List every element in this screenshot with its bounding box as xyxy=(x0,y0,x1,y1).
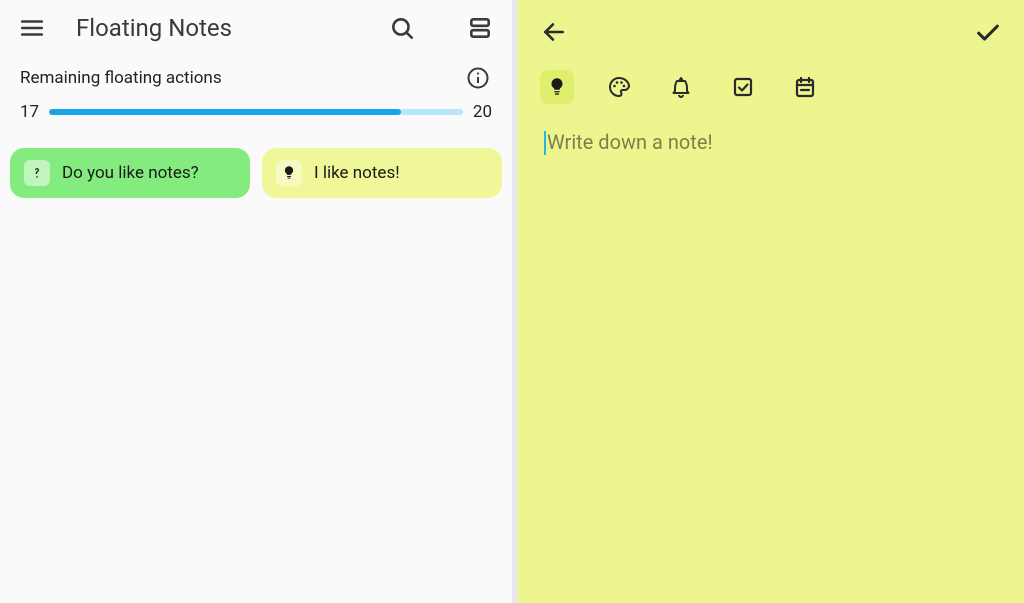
editor-placeholder: Write down a note! xyxy=(547,130,713,154)
editor-toolbar xyxy=(518,56,1024,114)
palette-tool-icon[interactable] xyxy=(602,70,636,104)
info-icon[interactable] xyxy=(464,64,492,92)
confirm-icon[interactable] xyxy=(974,18,1002,46)
question-icon xyxy=(24,160,50,186)
editor-body[interactable]: Write down a note! xyxy=(518,114,1024,173)
notes-list-pane: Floating Notes Remaining floating action… xyxy=(0,0,512,603)
menu-icon[interactable] xyxy=(18,14,46,42)
text-cursor xyxy=(544,131,546,155)
search-icon[interactable] xyxy=(388,14,416,42)
back-icon[interactable] xyxy=(540,18,568,46)
idea-tool-icon[interactable] xyxy=(540,70,574,104)
note-editor-pane: Write down a note! xyxy=(512,0,1024,603)
progress-label: Remaining floating actions xyxy=(20,68,222,88)
note-card[interactable]: I like notes! xyxy=(262,148,502,198)
notes-grid: Do you like notes? I like notes! xyxy=(0,140,512,206)
app-title: Floating Notes xyxy=(76,14,358,42)
progress-max: 20 xyxy=(473,102,492,122)
reminder-tool-icon[interactable] xyxy=(664,70,698,104)
progress-section: Remaining floating actions 17 20 xyxy=(0,56,512,140)
editor-header xyxy=(518,0,1024,56)
progress-fill xyxy=(49,109,401,115)
progress-current: 17 xyxy=(20,102,39,122)
progress-bar xyxy=(49,109,463,115)
lightbulb-icon xyxy=(276,160,302,186)
note-card[interactable]: Do you like notes? xyxy=(10,148,250,198)
checkbox-tool-icon[interactable] xyxy=(726,70,760,104)
app-bar: Floating Notes xyxy=(0,0,512,56)
calendar-tool-icon[interactable] xyxy=(788,70,822,104)
layout-toggle-icon[interactable] xyxy=(466,14,494,42)
note-text: I like notes! xyxy=(314,163,400,183)
note-text: Do you like notes? xyxy=(62,163,199,183)
